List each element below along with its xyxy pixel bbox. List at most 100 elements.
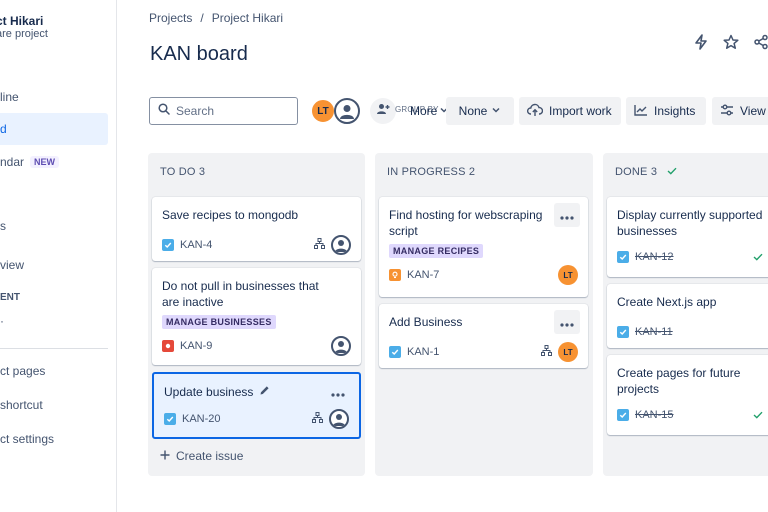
card-kan-4[interactable]: Save recipes to mongodb KAN-4 bbox=[152, 197, 361, 261]
view-settings-button[interactable]: View bbox=[712, 97, 768, 125]
add-person-icon bbox=[376, 102, 390, 121]
card-footer: KAN-9 bbox=[162, 336, 351, 356]
column-done: DONE 3 Display currently supported busin… bbox=[603, 153, 768, 476]
more-filters-button[interactable]: More bbox=[410, 104, 449, 118]
project-type: are project bbox=[0, 28, 48, 40]
breadcrumb: Projects / Project Hikari bbox=[149, 11, 283, 25]
sidebar-item-code[interactable]: · bbox=[0, 310, 108, 332]
task-checkbox-icon bbox=[164, 413, 176, 425]
card-footer: KAN-12 bbox=[617, 247, 767, 267]
chevron-down-icon bbox=[491, 104, 501, 118]
task-checkbox-icon bbox=[617, 251, 629, 263]
insights-label: Insights bbox=[654, 104, 696, 118]
assignee-avatar[interactable]: LT bbox=[558, 265, 578, 285]
card-title: Update business bbox=[164, 384, 349, 400]
sidebar-item-overview[interactable]: view bbox=[0, 249, 108, 281]
card-footer: KAN-11 bbox=[617, 322, 767, 342]
import-work-label: Import work bbox=[549, 104, 612, 118]
assignee-avatar-icon[interactable] bbox=[331, 235, 351, 255]
sidebar-item-calendar[interactable]: ndar NEW bbox=[0, 146, 108, 178]
card-kan-9[interactable]: Do not pull in businesses that are inact… bbox=[152, 268, 361, 365]
header-actions bbox=[691, 32, 768, 52]
card-meta bbox=[312, 409, 349, 429]
issue-key[interactable]: KAN-9 bbox=[180, 340, 212, 352]
epic-label[interactable]: MANAGE BUSINESSES bbox=[162, 315, 276, 329]
group-by-select[interactable]: None bbox=[446, 97, 514, 125]
card-meta bbox=[314, 235, 351, 255]
card-footer: KAN-15 bbox=[617, 405, 767, 425]
search-box[interactable] bbox=[149, 97, 298, 125]
issue-key[interactable]: KAN-4 bbox=[180, 239, 212, 251]
card-footer: KAN-7 LT bbox=[389, 265, 578, 285]
assignee-avatar-icon[interactable] bbox=[329, 409, 349, 429]
issue-key[interactable]: KAN-20 bbox=[182, 413, 221, 425]
card-title: Create pages for future projects bbox=[617, 366, 741, 396]
avatar-filter: LT bbox=[310, 98, 360, 124]
card-meta bbox=[753, 248, 763, 266]
avatar-unassigned[interactable] bbox=[334, 98, 360, 124]
create-issue-label: Create issue bbox=[176, 449, 244, 463]
card-title: Find hosting for webscraping script bbox=[389, 208, 543, 238]
issue-key[interactable]: KAN-12 bbox=[635, 251, 674, 263]
card-kan-7[interactable]: Find hosting for webscraping script MANA… bbox=[379, 197, 588, 297]
more-dots-icon bbox=[560, 314, 574, 330]
hierarchy-icon bbox=[312, 410, 323, 428]
sidebar-item-label: · bbox=[0, 314, 4, 328]
card-footer: KAN-20 bbox=[164, 409, 349, 429]
card-kan-20[interactable]: Update business KAN-20 bbox=[152, 372, 361, 439]
hierarchy-icon bbox=[541, 343, 552, 361]
avatar-lt[interactable]: LT bbox=[310, 98, 336, 124]
epic-label[interactable]: MANAGE RECIPES bbox=[389, 244, 484, 258]
card-title: Save recipes to mongodb bbox=[162, 208, 299, 222]
card-title-text: Update business bbox=[164, 385, 254, 399]
card-more-button[interactable] bbox=[554, 310, 580, 334]
star-icon[interactable] bbox=[721, 32, 741, 52]
breadcrumb-project[interactable]: Project Hikari bbox=[212, 11, 283, 25]
create-issue-button[interactable]: Create issue bbox=[160, 449, 243, 463]
sidebar-item-project-pages[interactable]: ct pages bbox=[0, 355, 108, 387]
sliders-icon bbox=[720, 104, 734, 119]
card-kan-11[interactable]: Create Next.js app KAN-11 bbox=[607, 284, 768, 348]
card-more-button[interactable] bbox=[325, 380, 351, 404]
assignee-avatar[interactable]: LT bbox=[558, 342, 578, 362]
cloud-upload-icon bbox=[526, 103, 544, 120]
assignee-avatar-icon[interactable] bbox=[331, 336, 351, 356]
done-check-icon bbox=[753, 406, 763, 424]
bug-icon bbox=[162, 340, 174, 352]
card-title: Create Next.js app bbox=[617, 295, 717, 309]
card-title: Add Business bbox=[389, 315, 463, 329]
sidebar-item-label: shortcut bbox=[0, 398, 43, 412]
sidebar-item-label: ct pages bbox=[0, 364, 46, 378]
issue-key[interactable]: KAN-7 bbox=[407, 269, 439, 281]
issue-key[interactable]: KAN-15 bbox=[635, 409, 674, 421]
insights-button[interactable]: Insights bbox=[626, 97, 706, 125]
column-in-progress: IN PROGRESS 2 Find hosting for webscrapi… bbox=[375, 153, 593, 476]
add-people-button[interactable] bbox=[370, 98, 396, 124]
sidebar-item-board[interactable]: d bbox=[0, 113, 108, 145]
card-kan-15[interactable]: Create pages for future projects KAN-15 bbox=[607, 355, 768, 435]
pencil-icon[interactable] bbox=[259, 384, 270, 400]
task-checkbox-icon bbox=[389, 346, 401, 358]
lightbulb-icon bbox=[389, 269, 401, 281]
check-icon bbox=[667, 166, 677, 178]
page-title: KAN board bbox=[150, 43, 248, 65]
sidebar-item-add-shortcut[interactable]: shortcut bbox=[0, 389, 108, 421]
search-input[interactable] bbox=[176, 104, 286, 118]
share-icon[interactable] bbox=[751, 32, 768, 52]
card-kan-1[interactable]: Add Business KAN-1 LT bbox=[379, 304, 588, 368]
sidebar-item-issues[interactable]: s bbox=[0, 210, 108, 242]
issue-key[interactable]: KAN-1 bbox=[407, 346, 439, 358]
column-todo: TO DO 3 Save recipes to mongodb KAN-4 Do… bbox=[148, 153, 365, 476]
import-work-button[interactable]: Import work bbox=[519, 97, 621, 125]
project-name[interactable]: ct Hikari bbox=[0, 14, 43, 28]
card-title: Do not pull in businesses that are inact… bbox=[162, 279, 319, 309]
lightning-icon[interactable] bbox=[691, 32, 711, 52]
card-kan-12[interactable]: Display currently supported businesses K… bbox=[607, 197, 768, 277]
issue-key[interactable]: KAN-11 bbox=[635, 326, 673, 338]
card-more-button[interactable] bbox=[554, 203, 580, 227]
sidebar-item-project-settings[interactable]: ct settings bbox=[0, 423, 108, 455]
sidebar-item-timeline[interactable]: line bbox=[0, 81, 108, 113]
breadcrumb-projects[interactable]: Projects bbox=[149, 11, 192, 25]
sidebar-item-label: d bbox=[0, 122, 7, 136]
sidebar-item-label: s bbox=[0, 219, 6, 233]
